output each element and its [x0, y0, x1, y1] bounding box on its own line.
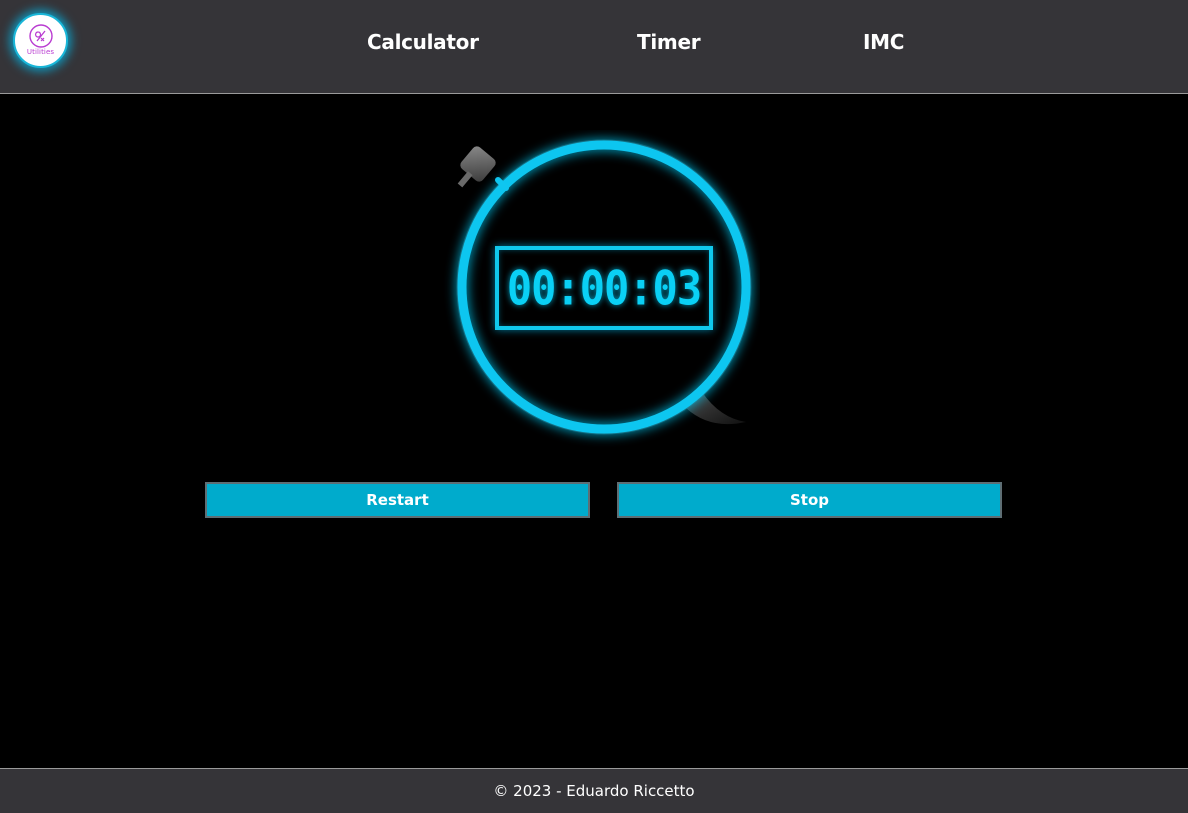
nav-calculator[interactable]: Calculator: [367, 30, 479, 58]
logo-text: Utilities: [26, 48, 55, 56]
restart-button[interactable]: Restart: [205, 482, 590, 518]
timer-value: 00:00:03: [506, 260, 702, 316]
stopwatch-knob: [457, 146, 496, 188]
page: Utilities Calculator Timer IMC 00:00:03 …: [0, 0, 1188, 813]
nav-imc[interactable]: IMC: [863, 30, 904, 58]
logo-mark-icon: [28, 24, 53, 48]
top-navbar: Utilities Calculator Timer IMC: [0, 0, 1188, 94]
footer: © 2023 - Eduardo Riccetto: [0, 768, 1188, 813]
utilities-logo-icon[interactable]: Utilities: [13, 13, 68, 68]
stop-button[interactable]: Stop: [617, 482, 1002, 518]
footer-copyright: © 2023 - Eduardo Riccetto: [493, 782, 695, 800]
nav-timer[interactable]: Timer: [637, 30, 701, 58]
timer-display: 00:00:03: [495, 246, 713, 330]
